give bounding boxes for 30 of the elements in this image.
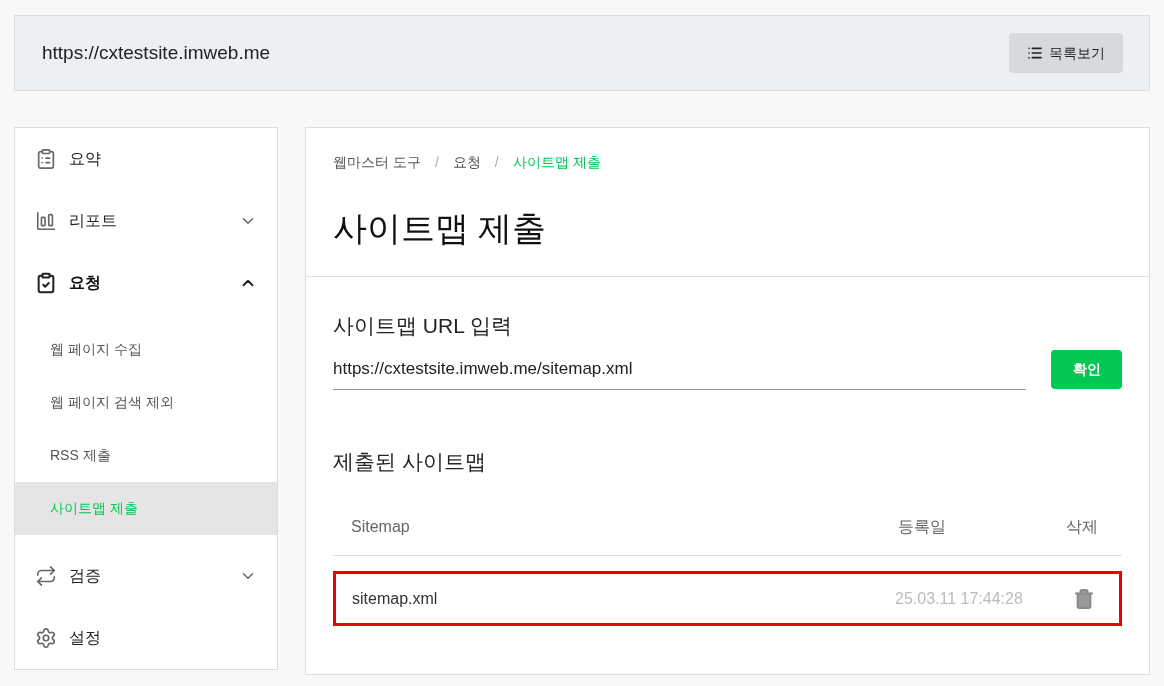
section-title: 사이트맵 URL 입력	[333, 313, 513, 339]
breadcrumb-separator: /	[434, 153, 439, 172]
sidebar-item[interactable]: 요청	[15, 252, 277, 314]
column-header: Sitemap	[351, 517, 411, 537]
trash-icon[interactable]	[1073, 587, 1095, 610]
column-header: 등록일	[898, 517, 947, 537]
sidebar-item[interactable]: 요약	[15, 128, 277, 190]
url-input-field[interactable]: https://cxtestsite.imweb.me/sitemap.xml	[333, 349, 1026, 390]
settings-icon	[35, 627, 57, 649]
section-title: 제출된 사이트맵	[333, 448, 487, 475]
sidebar-item[interactable]: 설정	[15, 607, 277, 669]
breadcrumb-separator: /	[494, 153, 499, 172]
column-header: 삭제	[1066, 517, 1099, 537]
page-title: 사이트맵 제출	[333, 208, 548, 249]
submenu-item[interactable]: 웹 페이지 수집	[15, 323, 277, 376]
submenu-item[interactable]: RSS 제출	[15, 429, 277, 482]
breadcrumb-link[interactable]: 요청	[452, 152, 481, 173]
breadcrumb-link[interactable]: 웹마스터 도구	[333, 152, 421, 173]
table-cell-text: sitemap.xml	[352, 588, 439, 609]
sidebar-item[interactable]: 검증	[15, 545, 277, 607]
site-url: https://cxtestsite.imweb.me	[42, 40, 271, 65]
clipboard-check-icon	[35, 272, 57, 294]
repeat-arrows-icon	[35, 565, 57, 587]
clipboard-icon	[35, 148, 57, 170]
list-icon	[1027, 45, 1043, 61]
sidebar-item[interactable]: 리포트	[15, 190, 277, 252]
list-view-button[interactable]: 목록보기	[1009, 33, 1123, 73]
table-cell-text: 25.03.11 17:44:28	[895, 588, 1024, 609]
bar-chart-icon	[35, 210, 57, 232]
submenu-item[interactable]: 웹 페이지 검색 제외	[15, 376, 277, 429]
